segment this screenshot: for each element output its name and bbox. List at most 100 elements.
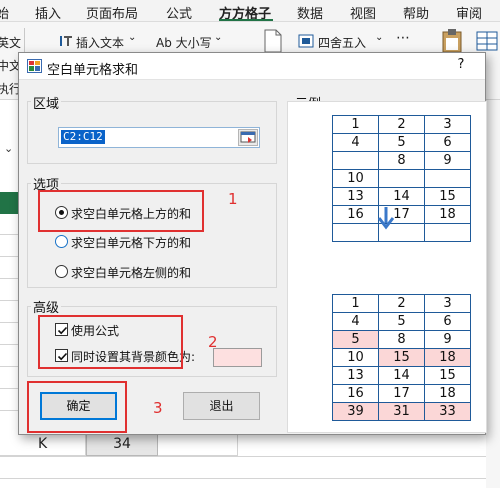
text-icon: ⋯ [396, 30, 410, 46]
example-table-before: 1 2 3 4 5 6 8 9 10 13 14 15 16 17 18 [332, 115, 471, 242]
example-cell: 6 [424, 312, 471, 331]
bg-color-picker[interactable] [213, 348, 262, 367]
example-cell: 6 [424, 133, 471, 152]
example-cell: 13 [332, 366, 379, 385]
tab-home[interactable]: 始 [0, 3, 9, 22]
example-cell [424, 169, 471, 188]
example-cell: 3 [424, 294, 471, 313]
tab-insert[interactable]: 插入 [35, 3, 61, 22]
example-cell: 15 [378, 348, 425, 367]
example-cell [378, 169, 425, 188]
example-row: 123 [332, 115, 471, 134]
example-cell: 10 [332, 169, 379, 188]
grid-line [0, 278, 18, 279]
example-cell: 31 [378, 402, 425, 421]
grid-line [0, 478, 486, 479]
example-cell: 1 [332, 115, 379, 134]
example-cell: 5 [378, 312, 425, 331]
radio-sum-left[interactable] [55, 265, 68, 278]
range-value: C2:C12 [61, 130, 105, 144]
example-cell [332, 223, 379, 242]
grid-line [0, 256, 18, 257]
annotation-number-2: 2 [208, 333, 218, 351]
ribbon-tab-bar: 始 插入 页面布局 公式 方方格子 数据 视图 帮助 审阅 [0, 0, 500, 22]
example-cell: 14 [378, 187, 425, 206]
app-grid-icon [27, 59, 42, 73]
example-cell: 13 [332, 187, 379, 206]
chevron-down-icon: ⌄ [375, 32, 384, 43]
round-icon [298, 33, 314, 52]
example-cell: 17 [378, 384, 425, 403]
annotation-number-1: 1 [228, 190, 238, 208]
example-row: 89 [332, 151, 471, 170]
example-cell: 9 [424, 330, 471, 349]
grid-line [0, 366, 18, 367]
round-button[interactable]: 四舍五入 [318, 34, 366, 51]
selected-row-header [0, 192, 18, 214]
example-cell: 2 [378, 115, 425, 134]
example-row: 123 [332, 294, 471, 313]
case-button[interactable]: Ab 大小写 [156, 34, 212, 51]
down-arrow-icon [377, 207, 395, 230]
example-cell: 18 [424, 205, 471, 224]
radio-sum-below[interactable] [55, 235, 68, 248]
range-select-button[interactable] [238, 129, 258, 146]
example-cell: 8 [378, 330, 425, 349]
grid-line [0, 300, 18, 301]
example-row: 456 [332, 133, 471, 152]
example-cell: 14 [378, 366, 425, 385]
help-button[interactable]: ? [451, 57, 471, 75]
grid-line [0, 234, 18, 235]
example-cell: 8 [378, 151, 425, 170]
range-group-label: 区域 [31, 93, 62, 112]
example-row: 10 15 18 [332, 348, 471, 367]
example-cell: 4 [332, 312, 379, 331]
example-row: 39 31 33 [332, 402, 471, 421]
grid-line [0, 456, 486, 457]
tab-data[interactable]: 数据 [297, 3, 323, 22]
tab-view[interactable]: 视图 [350, 3, 376, 22]
example-table-after: 1 2 3 4 5 6 5 8 9 10 15 18 13 14 15 16 17 18 39 31 33 [332, 294, 471, 421]
sheet-cell-label: K [38, 436, 48, 452]
advanced-group-label: 高级 [31, 297, 62, 316]
grid-line [0, 388, 18, 389]
example-cell: 16 [332, 384, 379, 403]
example-cell: 10 [332, 348, 379, 367]
sheet-cell-value[interactable]: 34 [86, 432, 158, 456]
tab-help[interactable]: 帮助 [403, 3, 429, 22]
example-row: 10 [332, 169, 471, 188]
chevron-down-icon: ⌄ [4, 142, 14, 155]
cancel-button[interactable]: 退出 [183, 392, 260, 420]
example-row: 16 17 18 [332, 205, 471, 224]
example-cell: 15 [424, 366, 471, 385]
example-row: 589 [332, 330, 471, 349]
example-cell [424, 223, 471, 242]
insert-text-icon [58, 33, 74, 52]
example-cell: 39 [332, 402, 379, 421]
example-cell: 5 [378, 133, 425, 152]
dialog-titlebar[interactable]: 空白单元格求和 ? [19, 53, 485, 80]
example-cell: 5 [332, 330, 379, 349]
example-row: 13 14 15 [332, 187, 471, 206]
grid-line [0, 322, 18, 323]
ribbon-left-label-1: 英文 [0, 36, 22, 50]
example-cell: 18 [424, 384, 471, 403]
tab-formulas[interactable]: 公式 [166, 3, 192, 22]
insert-text-button[interactable]: 插入文本 [76, 34, 124, 51]
example-cell: 18 [424, 348, 471, 367]
option-sum-below-label: 求空白单元格下方的和 [71, 236, 192, 250]
example-cell: 1 [332, 294, 379, 313]
active-tab-indicator [219, 19, 273, 21]
dialog-title: 空白单元格求和 [47, 63, 139, 78]
range-input[interactable]: C2:C12 [58, 127, 260, 148]
range-picker-icon [240, 131, 256, 143]
example-row: 16 17 18 [332, 384, 471, 403]
example-cell: 4 [332, 133, 379, 152]
example-cell: 2 [378, 294, 425, 313]
example-cell: 3 [424, 115, 471, 134]
tab-page-layout[interactable]: 页面布局 [86, 3, 138, 22]
grid-line [0, 344, 18, 345]
example-cell: 16 [332, 205, 379, 224]
tab-review[interactable]: 审阅 [456, 3, 482, 22]
annotation-box-3 [27, 381, 127, 433]
